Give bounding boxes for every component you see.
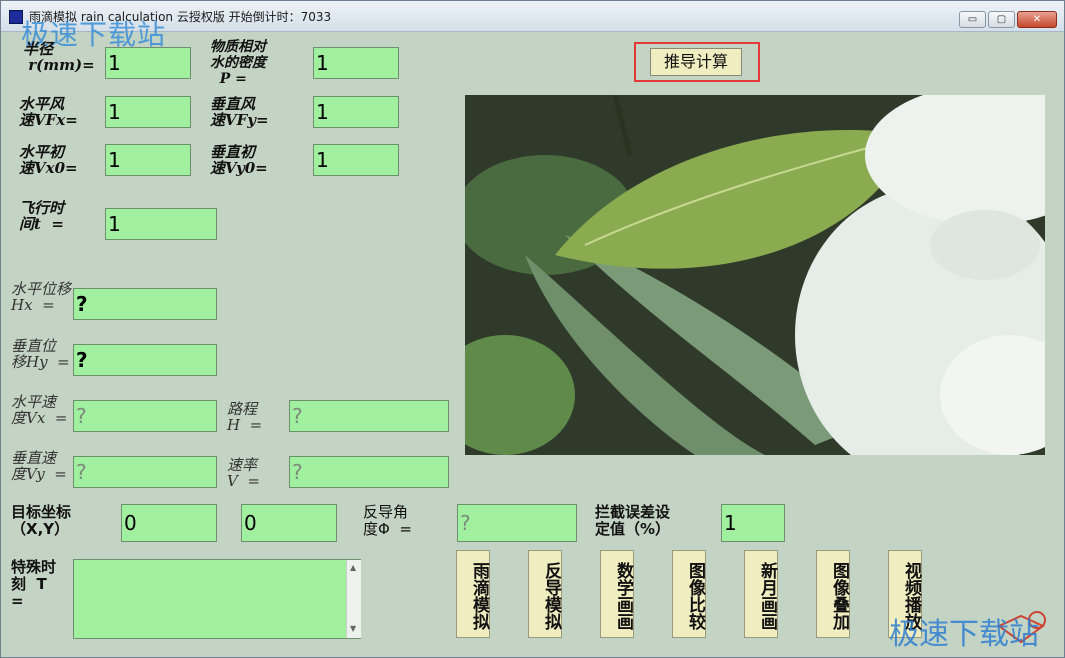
close-button[interactable]: ✕ xyxy=(1017,11,1057,28)
watermark-logo-bottom: 极速下载站 xyxy=(889,617,1039,652)
rain-sim-button[interactable]: 雨滴模拟 xyxy=(456,550,490,638)
scroll-down-icon[interactable]: ▼ xyxy=(350,624,356,633)
density-input[interactable]: 1 xyxy=(313,47,399,79)
reverse-angle-output: ? xyxy=(457,504,577,542)
flight-time-input[interactable]: 1 xyxy=(105,208,217,240)
reverse-angle-label: 反导角 度Φ = xyxy=(363,503,412,538)
missile-sim-button[interactable]: 反导模拟 xyxy=(528,550,562,638)
hy-output: ? xyxy=(73,344,217,376)
wind-v-label: 垂直风 速VFy= xyxy=(210,95,269,129)
speed-label: 速率 V = xyxy=(227,456,260,490)
image-compare-button[interactable]: 图像比较 xyxy=(672,550,706,638)
v0-h-label: 水平初 速Vx0= xyxy=(19,143,78,177)
vy-output: ? xyxy=(73,456,217,488)
wind-h-label: 水平风 速VFx= xyxy=(19,95,78,129)
wind-v-input[interactable]: 1 xyxy=(313,96,399,128)
distance-label: 路程 H = xyxy=(227,400,263,434)
math-draw-button[interactable]: 数学画画 xyxy=(600,550,634,638)
flight-time-label: 飞行时 间t = xyxy=(19,199,65,233)
vx-label: 水平速 度Vx = xyxy=(11,393,68,427)
intercept-input[interactable]: 1 xyxy=(721,504,785,542)
v0-v-input[interactable]: 1 xyxy=(313,144,399,176)
leaf-photo xyxy=(465,95,1045,455)
wind-h-input[interactable]: 1 xyxy=(105,96,191,128)
special-time-label: 特殊时 刻 T = xyxy=(11,558,57,610)
minimize-button[interactable]: ▭ xyxy=(959,11,986,28)
radius-input[interactable]: 1 xyxy=(105,47,191,79)
hy-label: 垂直位 移Hy = xyxy=(11,337,70,371)
v0-h-input[interactable]: 1 xyxy=(105,144,191,176)
distance-output: ? xyxy=(289,400,449,432)
special-time-textarea[interactable] xyxy=(73,559,361,639)
density-label: 物质相对 水的密度 P = xyxy=(210,39,266,87)
scroll-up-icon[interactable]: ▲ xyxy=(350,563,356,572)
calc-button-highlight: 推导计算 xyxy=(634,42,760,82)
target-x-input[interactable]: 0 xyxy=(121,504,217,542)
calc-button[interactable]: 推导计算 xyxy=(650,48,742,76)
intercept-label: 拦截误差设 定值（%） xyxy=(595,503,671,538)
radius-label: 半径 r(mm)= xyxy=(23,40,95,74)
vx-output: ? xyxy=(73,400,217,432)
speed-output: ? xyxy=(289,456,449,488)
app-window: 雨滴模拟 rain calculation 云授权版 开始倒计时：7033 ▭ … xyxy=(0,0,1065,658)
v0-v-label: 垂直初 速Vy0= xyxy=(210,143,268,177)
crescent-draw-button[interactable]: 新月画画 xyxy=(744,550,778,638)
hx-label: 水平位移 Hx = xyxy=(11,280,72,314)
hx-output: ? xyxy=(73,288,217,320)
maximize-button[interactable]: ▢ xyxy=(988,11,1015,28)
image-overlay-button[interactable]: 图像叠加 xyxy=(816,550,850,638)
special-scrollbar[interactable]: ▲ ▼ xyxy=(346,560,361,638)
target-label: 目标坐标 （X,Y） xyxy=(11,503,72,538)
target-y-input[interactable]: 0 xyxy=(241,504,337,542)
vy-label: 垂直速 度Vy = xyxy=(11,449,67,483)
